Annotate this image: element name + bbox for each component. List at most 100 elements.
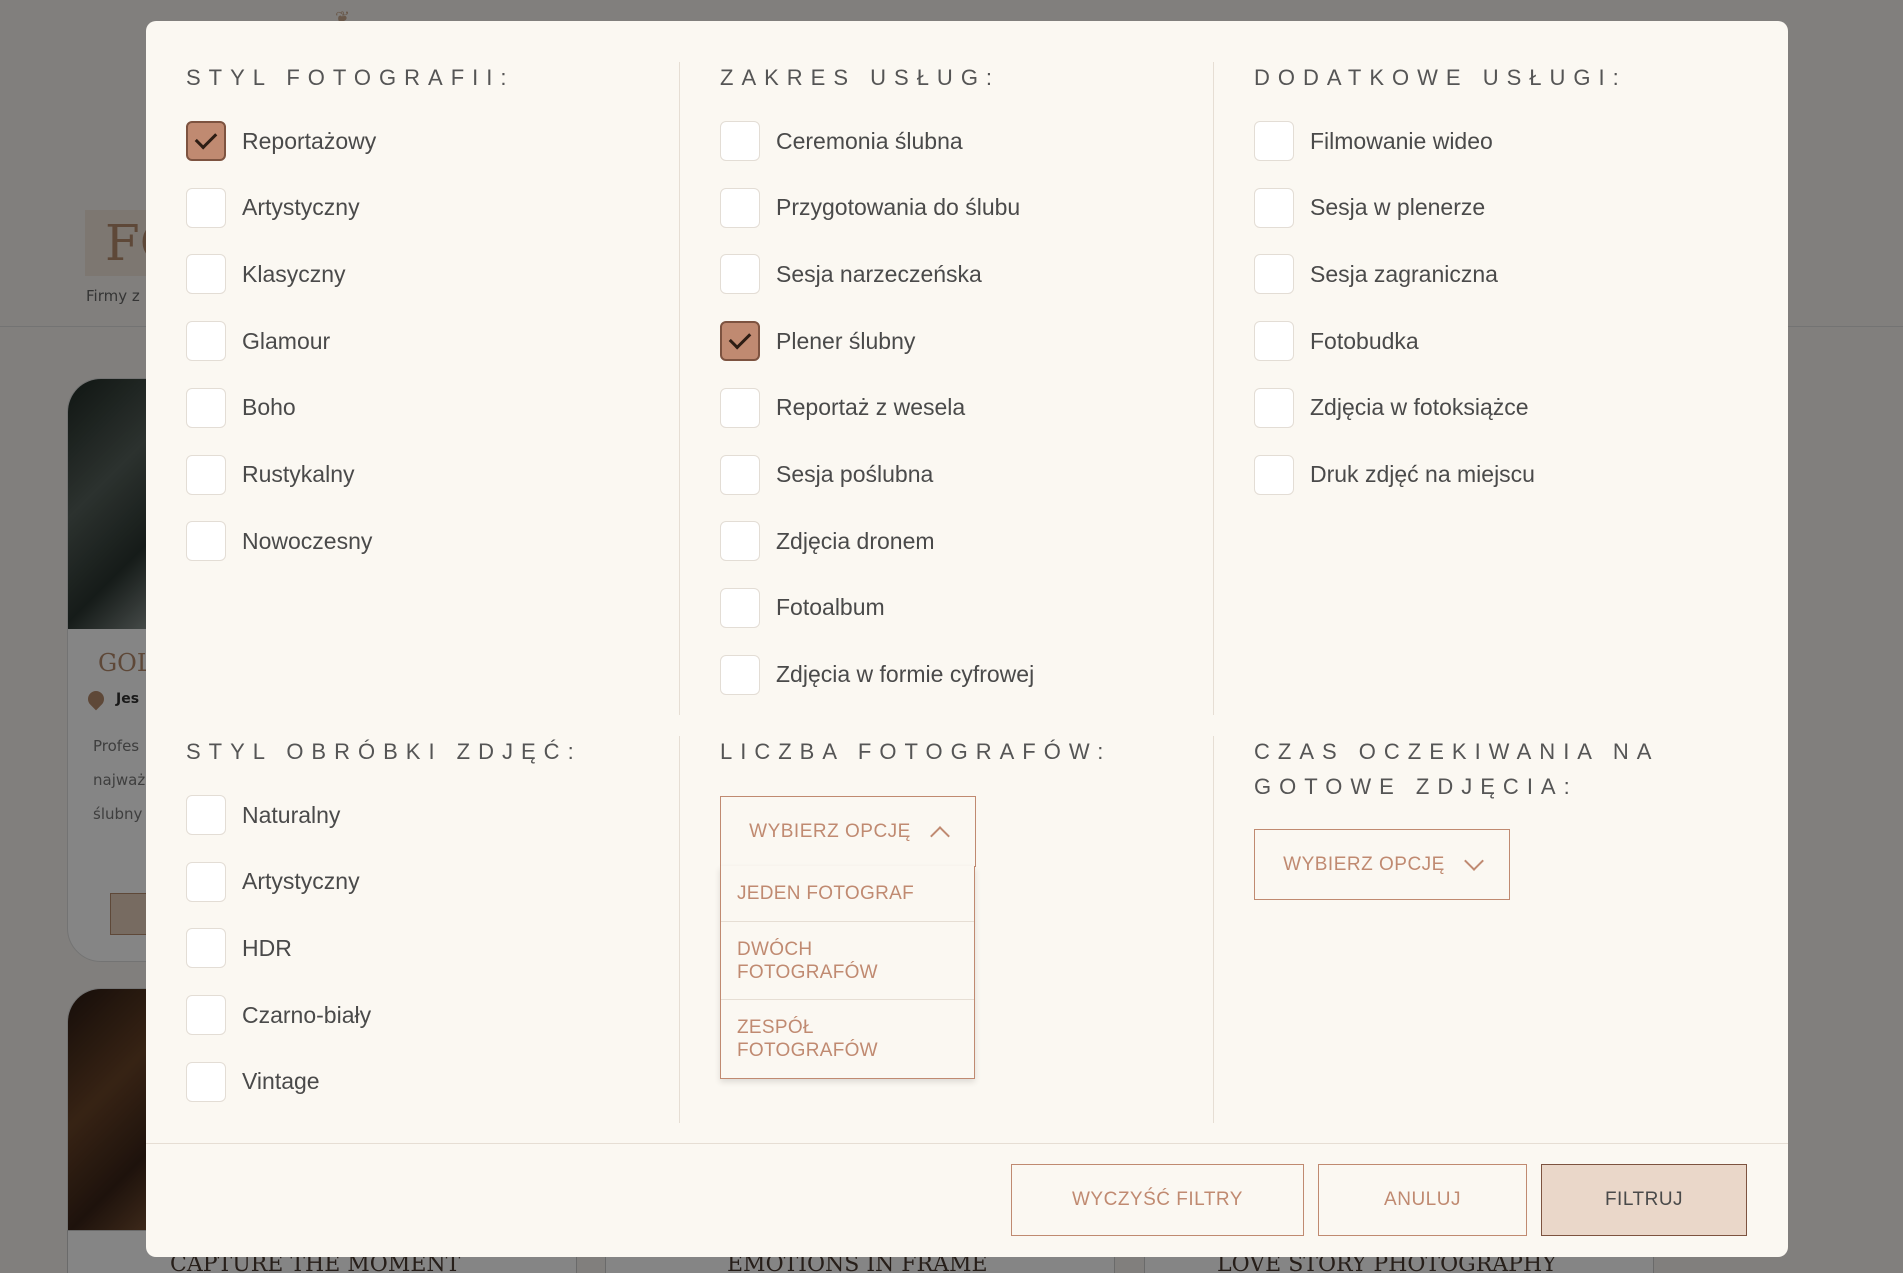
checkbox-option[interactable]: Filmowanie wideo [1254,121,1493,161]
dropdown-option-dwoch-fotografow[interactable]: DWÓCH FOTOGRAFÓW [721,922,974,1000]
checkbox-label: Sesja narzeczeńska [776,260,982,287]
checkbox[interactable] [720,454,760,495]
checkbox[interactable] [720,521,760,562]
section-title-czas-oczekiwania-line2: GOTOWE ZDJĘCIA: [1254,774,1578,799]
checkbox-label: Vintage [242,1068,320,1095]
checkbox-option[interactable]: Nowoczesny [186,521,373,562]
section-title-czas-oczekiwania: CZAS OCZEKIWANIA NA [1254,739,1660,764]
checkbox[interactable] [186,795,226,835]
checkbox-option[interactable]: Sesja zagraniczna [1254,254,1498,295]
checkbox[interactable] [1254,254,1294,295]
section-title-styl-obrobki: STYL OBRÓBKI ZDJĘĆ: [186,739,582,764]
chevron-up-icon [929,825,950,846]
checkbox-option[interactable]: Artystyczny [186,861,360,902]
checkbox-label: Sesja poślubna [776,461,934,487]
select-label: WYBIERZ OPCJĘ [1283,853,1445,875]
checkbox[interactable] [720,254,760,295]
checkbox[interactable] [1254,387,1294,428]
checkbox-label: Nowoczesny [242,527,373,554]
section-title-zakres-uslug: ZAKRES USŁUG: [720,65,1001,90]
checkbox[interactable] [186,1061,226,1102]
checkbox-option[interactable]: Naturalny [186,795,340,835]
select-liczba-fotografow[interactable]: WYBIERZ OPCJĘ [720,796,976,867]
checkbox-option[interactable]: Reportażowy [186,121,376,161]
checkbox[interactable] [186,995,226,1036]
checkbox-option[interactable]: Boho [186,387,296,428]
checkbox[interactable] [186,861,226,902]
checkbox-option[interactable]: Zdjęcia w formie cyfrowej [720,654,1035,695]
checkbox-option[interactable]: Zdjęcia w fotoksiążce [1254,387,1529,428]
checkbox-label: Naturalny [242,801,341,828]
checkbox-label: Rustykalny [242,461,355,487]
checkbox-option[interactable]: Sesja poślubna [720,454,934,495]
select-label: WYBIERZ OPCJĘ [749,820,911,842]
checkbox-label: Druk zdjęć na miejscu [1310,461,1535,487]
checkbox[interactable] [186,254,226,295]
checkbox-option[interactable]: Zdjęcia dronem [720,521,935,562]
checkbox-label: Zdjęcia w fotoksiążce [1310,394,1529,421]
checkbox-label: Zdjęcia dronem [776,527,935,554]
checkbox[interactable] [186,321,226,362]
checkbox[interactable] [1254,121,1294,161]
checkbox-label: Reportaż z wesela [776,394,966,421]
checkbox-label: Artystyczny [242,868,360,895]
section-title-styl-fotografii: STYL FOTOGRAFII: [186,65,515,90]
checkbox-label: Boho [242,394,296,421]
checkbox[interactable] [186,187,226,228]
checkbox[interactable] [720,587,760,628]
checkbox[interactable] [720,121,760,161]
checkbox[interactable] [186,928,226,969]
checkbox-option[interactable]: Druk zdjęć na miejscu [1254,454,1535,495]
filter-button[interactable]: FILTRUJ [1541,1164,1747,1236]
checkbox[interactable] [720,187,760,228]
dropdown-option-label: ZESPÓŁ FOTOGRAFÓW [737,1017,878,1061]
clear-filters-button[interactable]: WYCZYŚĆ FILTRY [1011,1164,1304,1236]
dropdown-liczba-fotografow: JEDEN FOTOGRAF DWÓCH FOTOGRAFÓW ZESPÓŁ F… [720,866,975,1079]
checkbox-option[interactable]: Fotoalbum [720,587,885,628]
checkbox-label: Sesja zagraniczna [1310,260,1498,287]
checkbox[interactable] [186,454,226,495]
filter-modal: STYL FOTOGRAFII: Reportażowy Artystyczny K… [146,21,1788,1257]
footer-divider [146,1143,1788,1144]
dropdown-option-jeden-fotograf[interactable]: JEDEN FOTOGRAF [721,866,974,922]
checkbox-checked[interactable] [186,121,226,161]
checkbox-option[interactable]: Rustykalny [186,454,355,495]
dropdown-option-zespol-fotografow[interactable]: ZESPÓŁ FOTOGRAFÓW [721,1000,974,1078]
checkbox-label: Klasyczny [242,260,346,287]
checkbox-option[interactable]: Czarno-biały [186,995,371,1036]
column-divider [1213,62,1214,715]
checkbox[interactable] [186,387,226,428]
checkbox[interactable] [1254,321,1294,362]
checkbox-option[interactable]: Ceremonia ślubna [720,121,963,161]
section-title-dodatkowe-uslugi: DODATKOWE USŁUGI: [1254,65,1627,90]
checkbox-option[interactable]: Sesja w plenerze [1254,187,1486,228]
checkbox[interactable] [1254,187,1294,228]
checkbox-option[interactable]: Glamour [186,321,331,362]
checkbox-label: Filmowanie wideo [1310,127,1493,154]
checkbox-label: Przygotowania do ślubu [776,194,1021,221]
column-divider [1213,736,1214,1123]
checkbox-option[interactable]: Sesja narzeczeńska [720,254,982,295]
checkbox[interactable] [720,654,760,695]
checkbox-label: Ceremonia ślubna [776,127,963,154]
checkbox[interactable] [720,387,760,428]
checkbox[interactable] [1254,454,1294,495]
checkbox-option[interactable]: Artystyczny [186,187,360,228]
checkbox-option[interactable]: Plener ślubny [720,321,915,362]
checkbox-label: Reportażowy [242,127,377,154]
checkbox-option[interactable]: Reportaż z wesela [720,387,966,428]
checkbox-label: Fotoalbum [776,594,885,621]
select-czas-oczekiwania[interactable]: WYBIERZ OPCJĘ [1254,829,1510,900]
checkbox-option[interactable]: Fotobudka [1254,321,1419,362]
column-divider [679,62,680,715]
checkbox-checked[interactable] [720,321,760,362]
checkbox-option[interactable]: Klasyczny [186,254,346,295]
checkbox-label: Zdjęcia w formie cyfrowej [776,661,1035,688]
checkbox-label: Glamour [242,327,331,354]
checkbox[interactable] [186,521,226,562]
cancel-button[interactable]: ANULUJ [1318,1164,1527,1236]
checkbox-label: Sesja w plenerze [1310,194,1486,221]
checkbox-option[interactable]: Vintage [186,1061,320,1102]
checkbox-option[interactable]: HDR [186,928,292,969]
checkbox-option[interactable]: Przygotowania do ślubu [720,187,1021,228]
